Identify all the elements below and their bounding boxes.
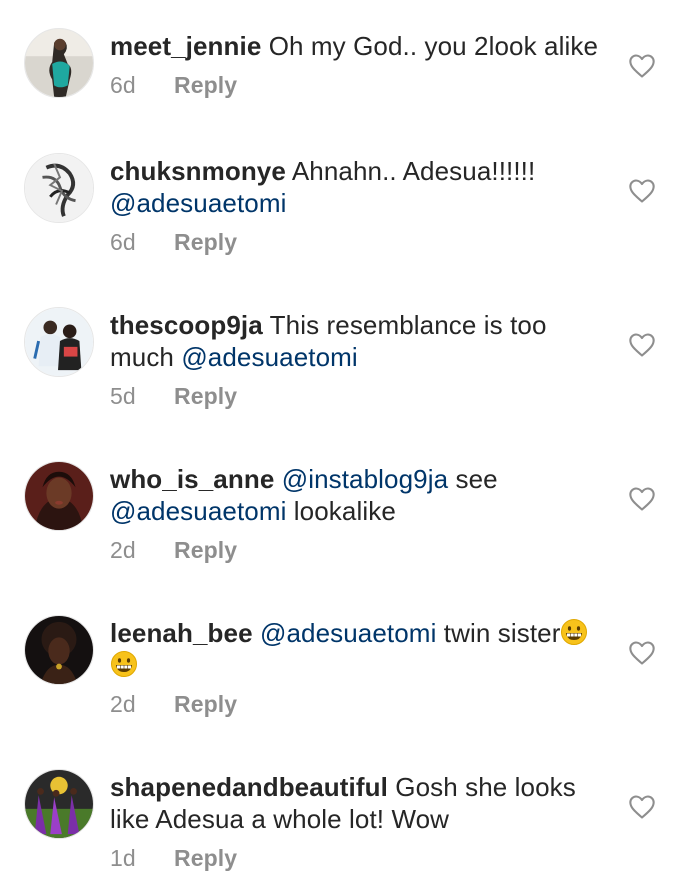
avatar[interactable] [24, 615, 94, 685]
avatar[interactable] [24, 153, 94, 223]
comment-meta: 2d Reply [110, 689, 610, 719]
comment-text: shapenedandbeautiful Gosh she looks like… [110, 771, 610, 835]
comment-username[interactable]: shapenedandbeautiful [110, 772, 388, 802]
comment-text: who_is_anne @instablog9ja see @adesuaeto… [110, 463, 610, 527]
comment-body: meet_jennie Oh my God.. you 2look alike … [110, 30, 610, 100]
comment-text-segment: see [448, 464, 498, 494]
comment-text: leenah_bee @adesuaetomi twin sister [110, 617, 610, 681]
reply-button[interactable]: Reply [174, 72, 237, 98]
mention-link[interactable]: @adesuaetomi [110, 496, 286, 526]
comment-time: 2d [110, 691, 136, 717]
comment-text-segment [253, 618, 260, 648]
avatar[interactable] [24, 461, 94, 531]
comment-meta: 6d Reply [110, 70, 610, 100]
reply-button[interactable]: Reply [174, 537, 237, 563]
comment-text-segment: twin sister [436, 618, 561, 648]
comment-time: 2d [110, 537, 136, 563]
comment-body: thescoop9ja This resemblance is too much… [110, 309, 610, 411]
comment-time: 1d [110, 845, 136, 871]
comment-time: 6d [110, 72, 136, 98]
comment-meta: 2d Reply [110, 535, 610, 565]
comment-time: 6d [110, 229, 136, 255]
comment-username[interactable]: thescoop9ja [110, 310, 263, 340]
comment-username[interactable]: meet_jennie [110, 31, 261, 61]
reply-button[interactable]: Reply [174, 383, 237, 409]
comment-text: meet_jennie Oh my God.. you 2look alike [110, 30, 610, 62]
heart-outline-icon[interactable] [628, 793, 656, 821]
comment-text: thescoop9ja This resemblance is too much… [110, 309, 610, 373]
reply-button[interactable]: Reply [174, 691, 237, 717]
comment-body: shapenedandbeautiful Gosh she looks like… [110, 771, 610, 873]
comment-body: leenah_bee @adesuaetomi twin sister 2d Re… [110, 617, 610, 719]
comment-text-segment: lookalike [286, 496, 396, 526]
mention-link[interactable]: @instablog9ja [282, 464, 448, 494]
heart-outline-icon[interactable] [628, 177, 656, 205]
comment-text-segment [274, 464, 281, 494]
heart-outline-icon[interactable] [628, 639, 656, 667]
comment-username[interactable]: leenah_bee [110, 618, 253, 648]
comment-body: chuksnmonye Ahnahn.. Adesua!!!!!! @adesu… [110, 155, 610, 257]
mention-link[interactable]: @adesuaetomi [110, 188, 286, 218]
reply-button[interactable]: Reply [174, 229, 237, 255]
mention-link[interactable]: @adesuaetomi [181, 342, 357, 372]
comment-text-segment: Ahnahn.. Adesua!!!!!! [285, 156, 536, 186]
comment-text: chuksnmonye Ahnahn.. Adesua!!!!!! @adesu… [110, 155, 610, 219]
comment-body: who_is_anne @instablog9ja see @adesuaeto… [110, 463, 610, 565]
comment-meta: 1d Reply [110, 843, 610, 873]
comment-time: 5d [110, 383, 136, 409]
heart-outline-icon[interactable] [628, 485, 656, 513]
avatar[interactable] [24, 307, 94, 377]
grinning-face-icon [110, 650, 138, 678]
reply-button[interactable]: Reply [174, 845, 237, 871]
comment-meta: 6d Reply [110, 227, 610, 257]
heart-outline-icon[interactable] [628, 331, 656, 359]
avatar[interactable] [24, 28, 94, 98]
avatar[interactable] [24, 769, 94, 839]
comment-username[interactable]: who_is_anne [110, 464, 274, 494]
comment-meta: 5d Reply [110, 381, 610, 411]
comment-text-segment: Oh my God.. you 2look alike [261, 31, 599, 61]
mention-link[interactable]: @adesuaetomi [260, 618, 436, 648]
heart-outline-icon[interactable] [628, 52, 656, 80]
grinning-face-icon [560, 618, 588, 646]
comment-username[interactable]: chuksnmonye [110, 156, 286, 186]
